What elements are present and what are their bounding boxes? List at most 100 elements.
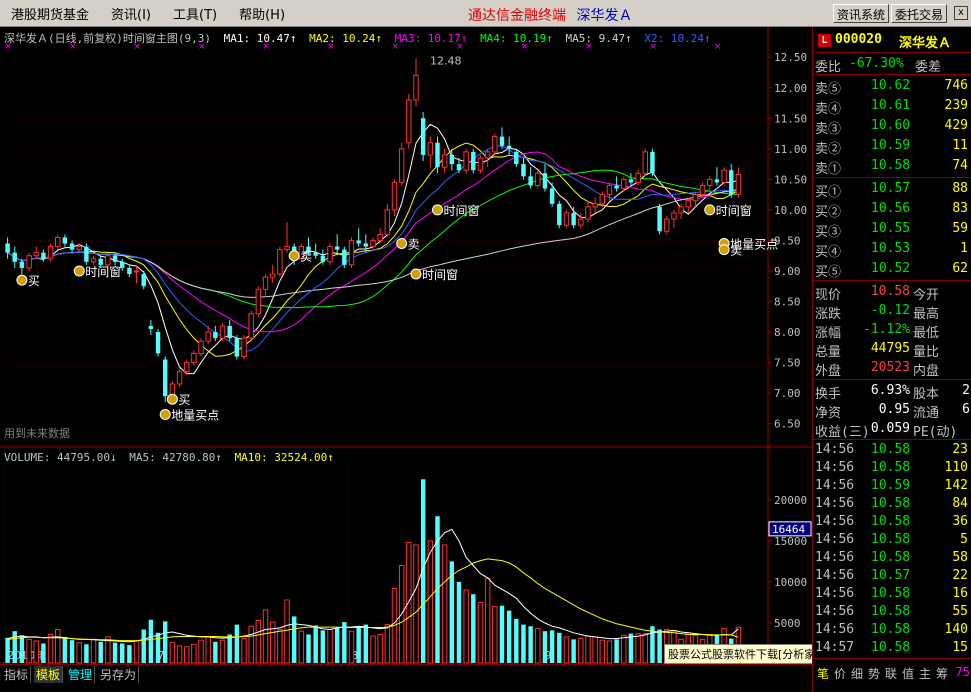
- quote-value: -0.12: [870, 303, 910, 318]
- panel-separator: [813, 177, 971, 178]
- candle-body-up: [721, 169, 727, 183]
- bid-label: 买②: [815, 205, 842, 220]
- bid-row[interactable]: 买③ 10.55 59: [813, 219, 971, 240]
- ask-row[interactable]: 卖① 10.58 74: [813, 156, 971, 177]
- volume-bar-up: [348, 630, 355, 664]
- chart-area[interactable]: 6.50 7.00 7.50 8.00 8.50 9.00 9.50 10.00 10.50 11…: [0, 27, 812, 664]
- candle-body-up: [248, 313, 254, 339]
- tick-row: 14:56 10.58 84: [813, 495, 971, 513]
- panel-tab[interactable]: 价: [834, 665, 846, 682]
- tick-volume: 84: [952, 496, 968, 511]
- candle-body-down: [657, 206, 662, 232]
- candle-body-up: [685, 200, 691, 208]
- quote-value: 44795: [870, 341, 910, 356]
- tick-row: 14:56 10.58 23: [813, 441, 971, 459]
- menu-hk-futures[interactable]: 港股期货基金: [0, 4, 100, 23]
- tab-template[interactable]: 模板: [34, 666, 64, 683]
- ask-row[interactable]: 卖② 10.59 11: [813, 136, 971, 157]
- candle-body-up: [26, 255, 32, 269]
- bid-volume: 88: [952, 181, 968, 196]
- tick-price: 10.59: [871, 478, 911, 493]
- menu-info[interactable]: 资讯(I): [100, 4, 162, 23]
- kline-chart[interactable]: 6.507.007.508.008.509.009.5010.0010.5011…: [0, 27, 812, 664]
- tab-manage[interactable]: 管理: [66, 666, 96, 683]
- candle-body-down: [342, 249, 347, 265]
- volume-bar-down: [69, 640, 75, 663]
- volume-bar-up: [133, 640, 140, 664]
- bid-price: 10.56: [871, 201, 911, 216]
- candle-body-down: [521, 164, 526, 177]
- signal-coin-icon: [410, 268, 422, 280]
- candle-body-down: [356, 240, 361, 244]
- ask-row[interactable]: 卖④ 10.61 239: [813, 96, 971, 117]
- volume-bar-up: [592, 636, 598, 664]
- candle-body-down: [363, 243, 369, 247]
- candle-body-up: [599, 194, 606, 205]
- info-system-button[interactable]: 资讯系统: [833, 4, 890, 23]
- bottom-bar: 指标 模板 管理 另存为 股票公式股票软件下载[分析家公式网www.88gs.c…: [0, 644, 940, 692]
- bid-row[interactable]: 买② 10.56 83: [813, 199, 971, 220]
- tab-indicator[interactable]: 指标: [2, 666, 32, 683]
- bid-row[interactable]: 买④ 10.53 1: [813, 239, 971, 260]
- trade-button[interactable]: 委托交易: [891, 4, 948, 23]
- candle-body-up: [578, 218, 584, 226]
- volume-bar-up: [492, 606, 498, 664]
- candle-body-down: [41, 252, 46, 259]
- volume-bar-down: [363, 624, 369, 663]
- panel-tab[interactable]: 筹: [936, 665, 948, 682]
- panel-tab[interactable]: 细: [851, 665, 863, 682]
- ask-row[interactable]: 卖③ 10.60 429: [813, 116, 971, 137]
- ask-row[interactable]: 卖⑤ 10.62 746: [813, 76, 971, 97]
- candle-body-up: [635, 172, 641, 183]
- tick-time: 14:56: [815, 532, 855, 547]
- fin-row: 换手 6.93% 股本 2: [813, 381, 971, 402]
- candle-body-up: [105, 255, 111, 266]
- panel-tab[interactable]: 联: [885, 665, 897, 682]
- volume-bar-up: [427, 540, 434, 664]
- tick-time: 14:56: [815, 460, 855, 475]
- stock-code: 000020: [835, 32, 882, 47]
- panel-last-volume: 75: [955, 665, 970, 679]
- weibi-row: 委比 -67.30% 委差: [813, 54, 971, 75]
- volume-bar-up: [176, 645, 183, 664]
- candle-body-down: [141, 274, 146, 287]
- volume-bar-up: [47, 633, 54, 664]
- candle-body-down: [456, 164, 462, 171]
- candle-body-down: [69, 243, 75, 250]
- panel-tab[interactable]: 笔: [817, 665, 829, 682]
- candle-body-down: [571, 212, 576, 226]
- bid-row[interactable]: 买⑤ 10.52 62: [813, 259, 971, 280]
- candle-body-down: [614, 185, 619, 189]
- candle-body-down: [549, 188, 555, 204]
- quote-row: 总量 44795 量比: [813, 339, 971, 360]
- candle-body-up: [348, 239, 355, 266]
- close-icon[interactable]: x: [954, 6, 968, 20]
- volume-bar-down: [506, 610, 512, 663]
- weicha-label: 委差: [915, 60, 942, 75]
- candle-body-up: [327, 246, 333, 263]
- volume-bar-up: [205, 636, 211, 664]
- candle-body-down: [528, 176, 533, 186]
- volume-bar-up: [198, 639, 204, 664]
- tick-row: 14:56 10.58 110: [813, 459, 971, 477]
- candle-body-down: [98, 258, 103, 265]
- quote-panel: L 000020 深华发Ａ 委比 -67.30% 委差 卖⑤ 10.62 746 卖④ 10.…: [812, 27, 971, 692]
- panel-tab[interactable]: 值: [902, 665, 914, 682]
- volume-ma5-line: [7, 528, 739, 643]
- tick-volume: 142: [944, 478, 968, 493]
- volume-bar-up: [642, 633, 648, 664]
- volume-bar-up: [248, 625, 254, 664]
- candle-body-up: [563, 212, 570, 226]
- panel-tab[interactable]: 主: [919, 665, 931, 682]
- panel-tab[interactable]: 势: [868, 665, 880, 682]
- bid-row[interactable]: 买① 10.57 88: [813, 179, 971, 200]
- menu-tools[interactable]: 工具(T): [162, 4, 228, 23]
- ask-volume: 746: [944, 78, 968, 93]
- menu-help[interactable]: 帮助(H): [228, 4, 296, 23]
- tick-price: 10.58: [871, 532, 911, 547]
- candle-body-up: [535, 172, 541, 186]
- volume-bar-down: [628, 633, 634, 663]
- volume-bar-down: [84, 644, 89, 663]
- signal-label: 买: [28, 274, 40, 288]
- tab-save-as[interactable]: 另存为: [98, 666, 140, 683]
